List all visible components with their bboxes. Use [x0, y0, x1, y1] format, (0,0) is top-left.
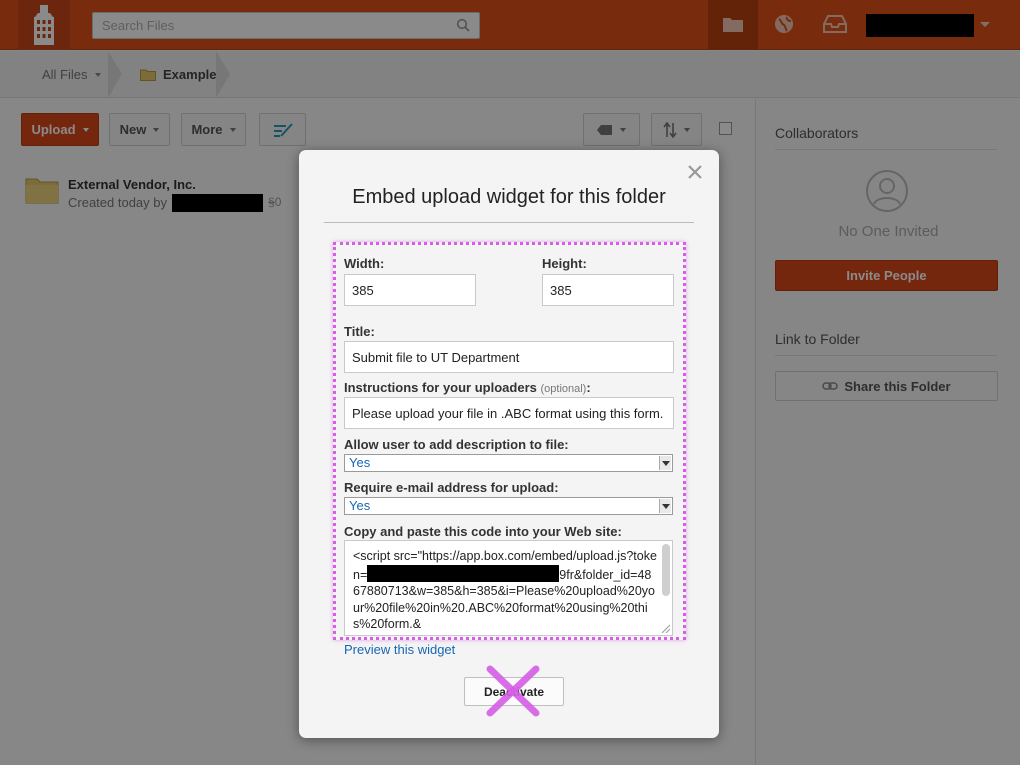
- embed-code-label: Copy and paste this code into your Web s…: [344, 524, 622, 539]
- resize-handle-icon[interactable]: [660, 623, 670, 633]
- title-label: Title:: [344, 324, 375, 339]
- scrollbar[interactable]: [662, 544, 670, 596]
- cross-out-annotation-icon: [486, 665, 540, 717]
- height-label: Height:: [542, 256, 587, 271]
- email-required-select[interactable]: Yes: [344, 497, 673, 515]
- instructions-label-colon: :: [586, 380, 591, 395]
- instructions-label-text: Instructions for your uploaders: [344, 380, 537, 395]
- optional-hint: (optional): [540, 383, 587, 395]
- description-select[interactable]: Yes: [344, 454, 673, 472]
- email-required-label: Require e-mail address for upload:: [344, 480, 559, 495]
- description-select-value: Yes: [349, 455, 371, 470]
- divider: [324, 222, 694, 223]
- instructions-label: Instructions for your uploaders (optiona…: [344, 380, 591, 395]
- width-label: Width:: [344, 256, 385, 271]
- width-input[interactable]: [344, 274, 476, 306]
- chevron-down-icon: [659, 499, 671, 513]
- email-select-value: Yes: [349, 498, 371, 513]
- description-label: Allow user to add description to file:: [344, 437, 569, 452]
- embed-widget-dialog: Embed upload widget for this folder Widt…: [299, 150, 719, 738]
- title-input[interactable]: [344, 341, 674, 373]
- token-redacted: [367, 564, 560, 582]
- instructions-input[interactable]: [344, 397, 674, 429]
- close-icon[interactable]: [685, 162, 705, 182]
- height-input[interactable]: [542, 274, 674, 306]
- chevron-down-icon: [659, 456, 671, 470]
- dialog-title: Embed upload widget for this folder: [352, 186, 666, 208]
- embed-code-textarea[interactable]: <script src="https://app.box.com/embed/u…: [344, 540, 673, 636]
- preview-widget-link[interactable]: Preview this widget: [344, 642, 455, 657]
